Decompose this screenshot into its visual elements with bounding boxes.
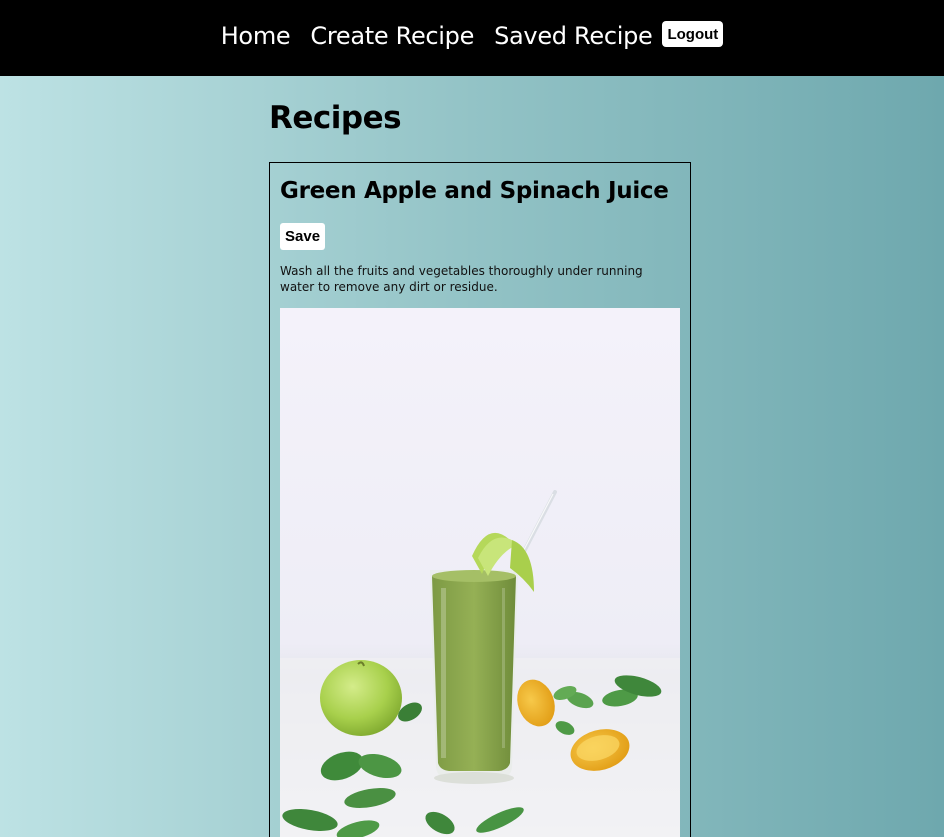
recipe-instructions: Wash all the fruits and vegetables thoro… xyxy=(280,264,643,294)
nav-link-saved-recipe[interactable]: Saved Recipe xyxy=(494,22,653,50)
logout-button[interactable]: Logout xyxy=(662,21,724,47)
recipe-card: Green Apple and Spinach Juice Save Wash … xyxy=(269,162,691,837)
nav-links: Home Create Recipe Saved Recipe Logout xyxy=(221,21,724,50)
page-title: Recipes xyxy=(269,100,402,136)
save-button[interactable]: Save xyxy=(280,223,326,250)
nav-link-home[interactable]: Home xyxy=(221,22,291,50)
recipe-name: Green Apple and Spinach Juice xyxy=(280,178,669,204)
navbar: Home Create Recipe Saved Recipe Logout xyxy=(0,0,944,76)
nav-link-create-recipe[interactable]: Create Recipe xyxy=(310,22,474,50)
green-smoothie-photo xyxy=(280,308,680,837)
recipe-image xyxy=(280,308,680,837)
